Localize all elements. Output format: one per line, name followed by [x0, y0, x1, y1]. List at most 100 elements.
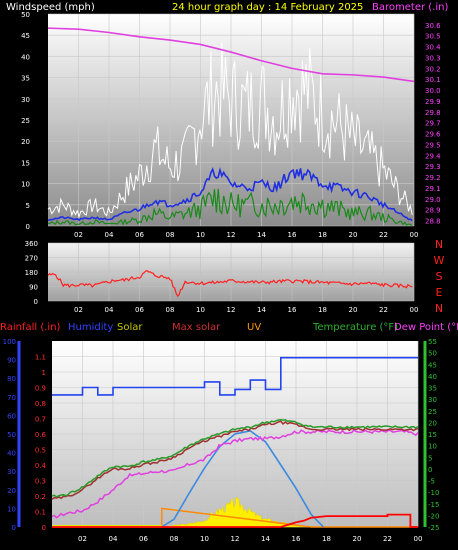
humidity-tick-label: 10 [7, 505, 16, 513]
x-tick-label: 12 [227, 306, 236, 314]
x-tick-label: 08 [166, 306, 175, 314]
legend-humidity: Humidity [68, 322, 113, 333]
y-tick-label: 50 [21, 11, 30, 19]
direction-tick-label: 360 [25, 240, 38, 248]
y2-tick-label: 30.2 [425, 65, 441, 73]
direction-tick-label: 180 [25, 269, 38, 277]
x-tick-label: 12 [227, 231, 236, 239]
temperature-tick-label: -15 [428, 501, 439, 509]
humidity-tick-label: 40 [7, 450, 16, 458]
x-tick-label: 18 [322, 535, 331, 543]
temperature-tick-label: 50 [428, 350, 437, 358]
rainfall-tick-label: 0.2 [35, 493, 46, 501]
direction-tick-label: 0 [34, 298, 38, 306]
temperature-tick-label: 45 [428, 361, 437, 369]
y2-tick-label: 30.4 [425, 44, 441, 52]
x-tick-label: 18 [318, 231, 327, 239]
rainfall-tick-label: 0.8 [35, 400, 46, 408]
x-tick-label: 16 [288, 306, 297, 314]
y2-tick-label: 29.7 [425, 120, 441, 128]
x-tick-label: 02 [74, 231, 83, 239]
temperature-tick-label: 20 [428, 419, 437, 427]
barometer-axis-label: Barometer (.in) [372, 2, 448, 13]
rainfall-tick-label: 0.4 [35, 462, 47, 470]
y2-tick-label: 30.0 [425, 87, 441, 95]
y-tick-label: 15 [21, 159, 30, 167]
x-tick-label: 10 [196, 231, 205, 239]
y-tick-label: 20 [21, 138, 30, 146]
x-tick-label: 06 [135, 306, 144, 314]
compass-label: S [436, 270, 443, 283]
windspeed-axis-label: Windspeed (mph) [6, 2, 95, 13]
y2-tick-label: 30.6 [425, 22, 441, 30]
x-tick-label: 20 [353, 535, 362, 543]
y-tick-label: 35 [21, 75, 30, 83]
x-tick-label: 14 [257, 231, 266, 239]
rainfall-tick-label: 0.3 [35, 478, 46, 486]
x-tick-label: 20 [349, 231, 358, 239]
y-tick-label: 40 [21, 53, 30, 61]
legend-dew-point: Dew Point (°F) [394, 322, 458, 333]
temperature-tick-label: 10 [428, 443, 437, 451]
x-tick-label: 06 [139, 535, 148, 543]
legend-rainfall: Rainfall (.in) [0, 322, 61, 333]
temperature-tick-label: 25 [428, 408, 437, 416]
y2-tick-label: 29.2 [425, 174, 441, 182]
x-tick-label: 02 [74, 306, 83, 314]
y2-tick-label: 28.8 [425, 218, 441, 226]
x-tick-label: 10 [200, 535, 209, 543]
temperature-tick-label: 55 [428, 338, 437, 346]
x-tick-label: 00 [410, 231, 419, 239]
rainfall-tick-label: 1.1 [35, 354, 46, 362]
y2-tick-label: 29.9 [425, 98, 441, 106]
x-tick-label: 04 [105, 306, 114, 314]
rainfall-tick-label: 0.9 [35, 385, 46, 393]
compass-label: E [436, 286, 443, 299]
legend-uv: UV [247, 322, 261, 333]
humidity-tick-label: 20 [7, 487, 16, 495]
humidity-tick-label: 30 [7, 468, 16, 476]
y-tick-label: 10 [21, 181, 30, 189]
x-tick-label: 10 [196, 306, 205, 314]
x-tick-label: 08 [170, 535, 179, 543]
x-tick-label: 18 [318, 306, 327, 314]
temperature-tick-label: 40 [428, 373, 437, 381]
temperature-tick-label: 5 [428, 454, 432, 462]
y2-tick-label: 29.6 [425, 131, 441, 139]
rainfall-tick-label: 0.5 [35, 447, 46, 455]
x-tick-label: 08 [166, 231, 175, 239]
humidity-tick-label: 90 [7, 357, 16, 365]
humidity-tick-label: 60 [7, 412, 16, 420]
rainfall-tick-label: 0.7 [35, 416, 46, 424]
x-tick-label: 04 [109, 535, 118, 543]
rainfall-tick-label: 1 [42, 369, 46, 377]
legend-temperature: Temperature (°F) [312, 322, 398, 333]
humidity-tick-label: 100 [3, 338, 16, 346]
temperature-tick-label: 30 [428, 396, 437, 404]
x-tick-label: 12 [231, 535, 240, 543]
rainfall-tick-label: 0.1 [35, 509, 46, 517]
legend-max-solar: Max solar [172, 322, 221, 333]
y-tick-label: 45 [21, 32, 30, 40]
compass-label: W [434, 254, 445, 267]
temperature-tick-label: 15 [428, 431, 437, 439]
y2-tick-label: 28.9 [425, 207, 441, 215]
x-tick-label: 22 [383, 535, 392, 543]
humidity-tick-label: 70 [7, 394, 16, 402]
direction-tick-label: 90 [29, 284, 38, 292]
y2-tick-label: 30.5 [425, 33, 441, 41]
y2-tick-label: 29.0 [425, 196, 441, 204]
y-tick-label: 25 [21, 117, 30, 125]
y-tick-label: 30 [21, 96, 30, 104]
x-tick-label: 06 [135, 231, 144, 239]
x-tick-label: 00 [410, 306, 419, 314]
y2-tick-label: 29.4 [425, 152, 441, 160]
x-tick-label: 22 [379, 306, 388, 314]
x-tick-label: 16 [288, 231, 297, 239]
temperature-tick-label: -20 [428, 512, 439, 520]
temperature-tick-label: -5 [428, 478, 435, 486]
compass-label: N [435, 302, 443, 315]
humidity-tick-label: 80 [7, 375, 16, 383]
x-tick-label: 00 [414, 535, 423, 543]
y2-tick-label: 29.5 [425, 141, 441, 149]
